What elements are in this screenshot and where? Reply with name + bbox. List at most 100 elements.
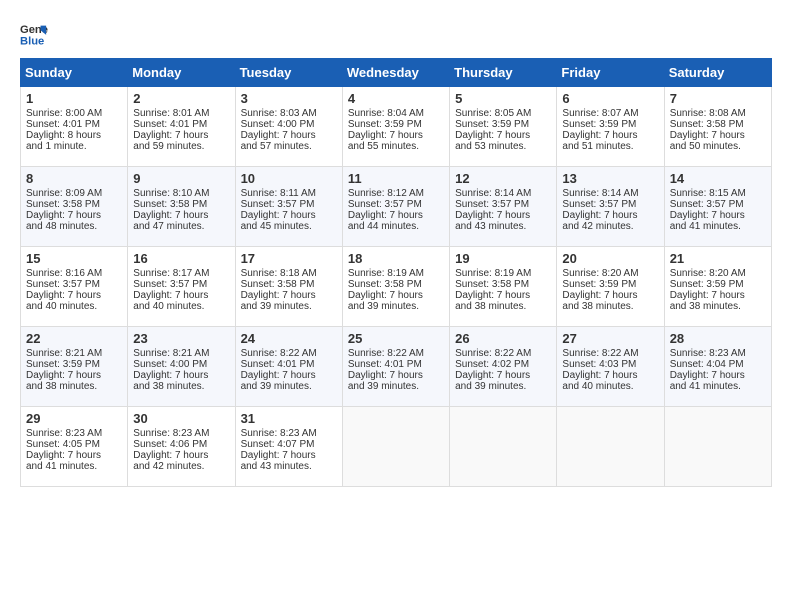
calendar-cell: 13Sunrise: 8:14 AMSunset: 3:57 PMDayligh… <box>557 167 664 247</box>
day-info-line: Sunset: 3:59 PM <box>348 119 444 130</box>
day-number: 15 <box>26 251 122 266</box>
day-number: 21 <box>670 251 766 266</box>
calendar-cell: 25Sunrise: 8:22 AMSunset: 4:01 PMDayligh… <box>342 327 449 407</box>
calendar-cell <box>450 407 557 487</box>
day-info-line: Sunrise: 8:01 AM <box>133 108 229 119</box>
day-info-line: and 39 minutes. <box>348 381 444 392</box>
calendar-cell: 27Sunrise: 8:22 AMSunset: 4:03 PMDayligh… <box>557 327 664 407</box>
calendar-cell: 26Sunrise: 8:22 AMSunset: 4:02 PMDayligh… <box>450 327 557 407</box>
calendar-cell: 30Sunrise: 8:23 AMSunset: 4:06 PMDayligh… <box>128 407 235 487</box>
day-info-line: Sunrise: 8:11 AM <box>241 188 337 199</box>
day-number: 24 <box>241 331 337 346</box>
calendar-cell: 12Sunrise: 8:14 AMSunset: 3:57 PMDayligh… <box>450 167 557 247</box>
calendar-cell: 17Sunrise: 8:18 AMSunset: 3:58 PMDayligh… <box>235 247 342 327</box>
day-info-line: Sunrise: 8:20 AM <box>562 268 658 279</box>
day-info-line: and 53 minutes. <box>455 141 551 152</box>
day-info-line: Daylight: 7 hours <box>26 290 122 301</box>
calendar-cell: 11Sunrise: 8:12 AMSunset: 3:57 PMDayligh… <box>342 167 449 247</box>
day-info-line: Daylight: 7 hours <box>241 210 337 221</box>
day-number: 4 <box>348 91 444 106</box>
day-info-line: and 39 minutes. <box>241 301 337 312</box>
calendar-cell: 29Sunrise: 8:23 AMSunset: 4:05 PMDayligh… <box>21 407 128 487</box>
day-info-line: Sunset: 3:57 PM <box>562 199 658 210</box>
day-info-line: Daylight: 7 hours <box>348 210 444 221</box>
day-info-line: and 42 minutes. <box>133 461 229 472</box>
day-number: 20 <box>562 251 658 266</box>
day-info-line: Sunset: 3:57 PM <box>670 199 766 210</box>
day-info-line: and 41 minutes. <box>670 221 766 232</box>
calendar-cell: 21Sunrise: 8:20 AMSunset: 3:59 PMDayligh… <box>664 247 771 327</box>
day-info-line: Daylight: 7 hours <box>26 370 122 381</box>
weekday-header-wednesday: Wednesday <box>342 59 449 87</box>
day-info-line: and 40 minutes. <box>133 301 229 312</box>
day-info-line: and 44 minutes. <box>348 221 444 232</box>
day-number: 29 <box>26 411 122 426</box>
day-info-line: Sunset: 4:01 PM <box>133 119 229 130</box>
day-info-line: Daylight: 7 hours <box>133 370 229 381</box>
calendar-cell: 22Sunrise: 8:21 AMSunset: 3:59 PMDayligh… <box>21 327 128 407</box>
day-info-line: and 38 minutes. <box>455 301 551 312</box>
day-info-line: Daylight: 7 hours <box>133 210 229 221</box>
day-info-line: Sunrise: 8:19 AM <box>348 268 444 279</box>
calendar-cell: 23Sunrise: 8:21 AMSunset: 4:00 PMDayligh… <box>128 327 235 407</box>
day-info-line: Sunset: 3:59 PM <box>562 119 658 130</box>
logo-icon: General Blue <box>20 20 48 48</box>
day-info-line: Sunrise: 8:23 AM <box>26 428 122 439</box>
day-info-line: Daylight: 7 hours <box>241 290 337 301</box>
day-info-line: Sunset: 4:02 PM <box>455 359 551 370</box>
day-info-line: Sunset: 4:04 PM <box>670 359 766 370</box>
day-info-line: Sunset: 3:57 PM <box>241 199 337 210</box>
day-info-line: Daylight: 7 hours <box>455 130 551 141</box>
calendar-cell: 8Sunrise: 8:09 AMSunset: 3:58 PMDaylight… <box>21 167 128 247</box>
day-info-line: Sunset: 4:01 PM <box>26 119 122 130</box>
day-info-line: and 47 minutes. <box>133 221 229 232</box>
page-header: General Blue <box>20 20 772 48</box>
day-number: 27 <box>562 331 658 346</box>
day-number: 7 <box>670 91 766 106</box>
calendar-cell: 31Sunrise: 8:23 AMSunset: 4:07 PMDayligh… <box>235 407 342 487</box>
day-number: 14 <box>670 171 766 186</box>
day-info-line: Sunset: 4:07 PM <box>241 439 337 450</box>
day-info-line: Sunset: 3:58 PM <box>241 279 337 290</box>
day-number: 19 <box>455 251 551 266</box>
day-info-line: Daylight: 7 hours <box>562 290 658 301</box>
calendar-week-row: 22Sunrise: 8:21 AMSunset: 3:59 PMDayligh… <box>21 327 772 407</box>
day-info-line: Daylight: 7 hours <box>670 130 766 141</box>
day-number: 6 <box>562 91 658 106</box>
day-info-line: and 38 minutes. <box>562 301 658 312</box>
day-number: 18 <box>348 251 444 266</box>
day-number: 11 <box>348 171 444 186</box>
day-number: 8 <box>26 171 122 186</box>
day-info-line: and 55 minutes. <box>348 141 444 152</box>
day-info-line: Sunrise: 8:04 AM <box>348 108 444 119</box>
calendar-cell: 3Sunrise: 8:03 AMSunset: 4:00 PMDaylight… <box>235 87 342 167</box>
svg-text:Blue: Blue <box>20 35 44 47</box>
day-number: 30 <box>133 411 229 426</box>
day-info-line: Sunrise: 8:18 AM <box>241 268 337 279</box>
day-info-line: Sunrise: 8:22 AM <box>562 348 658 359</box>
day-info-line: Daylight: 7 hours <box>562 370 658 381</box>
weekday-header-saturday: Saturday <box>664 59 771 87</box>
logo: General Blue <box>20 20 52 48</box>
day-info-line: Sunset: 3:59 PM <box>670 279 766 290</box>
calendar-cell: 16Sunrise: 8:17 AMSunset: 3:57 PMDayligh… <box>128 247 235 327</box>
day-info-line: Sunrise: 8:00 AM <box>26 108 122 119</box>
day-info-line: Daylight: 8 hours <box>26 130 122 141</box>
calendar-cell: 14Sunrise: 8:15 AMSunset: 3:57 PMDayligh… <box>664 167 771 247</box>
day-info-line: Sunset: 4:01 PM <box>348 359 444 370</box>
day-info-line: and 38 minutes. <box>670 301 766 312</box>
day-info-line: Daylight: 7 hours <box>348 130 444 141</box>
day-info-line: and 40 minutes. <box>26 301 122 312</box>
calendar-cell: 18Sunrise: 8:19 AMSunset: 3:58 PMDayligh… <box>342 247 449 327</box>
day-info-line: Sunrise: 8:23 AM <box>241 428 337 439</box>
day-number: 25 <box>348 331 444 346</box>
day-info-line: Daylight: 7 hours <box>241 130 337 141</box>
day-info-line: Daylight: 7 hours <box>26 210 122 221</box>
day-number: 16 <box>133 251 229 266</box>
day-number: 2 <box>133 91 229 106</box>
day-info-line: and 43 minutes. <box>455 221 551 232</box>
day-info-line: Daylight: 7 hours <box>241 370 337 381</box>
calendar-cell: 10Sunrise: 8:11 AMSunset: 3:57 PMDayligh… <box>235 167 342 247</box>
day-info-line: Daylight: 7 hours <box>26 450 122 461</box>
calendar-cell: 20Sunrise: 8:20 AMSunset: 3:59 PMDayligh… <box>557 247 664 327</box>
